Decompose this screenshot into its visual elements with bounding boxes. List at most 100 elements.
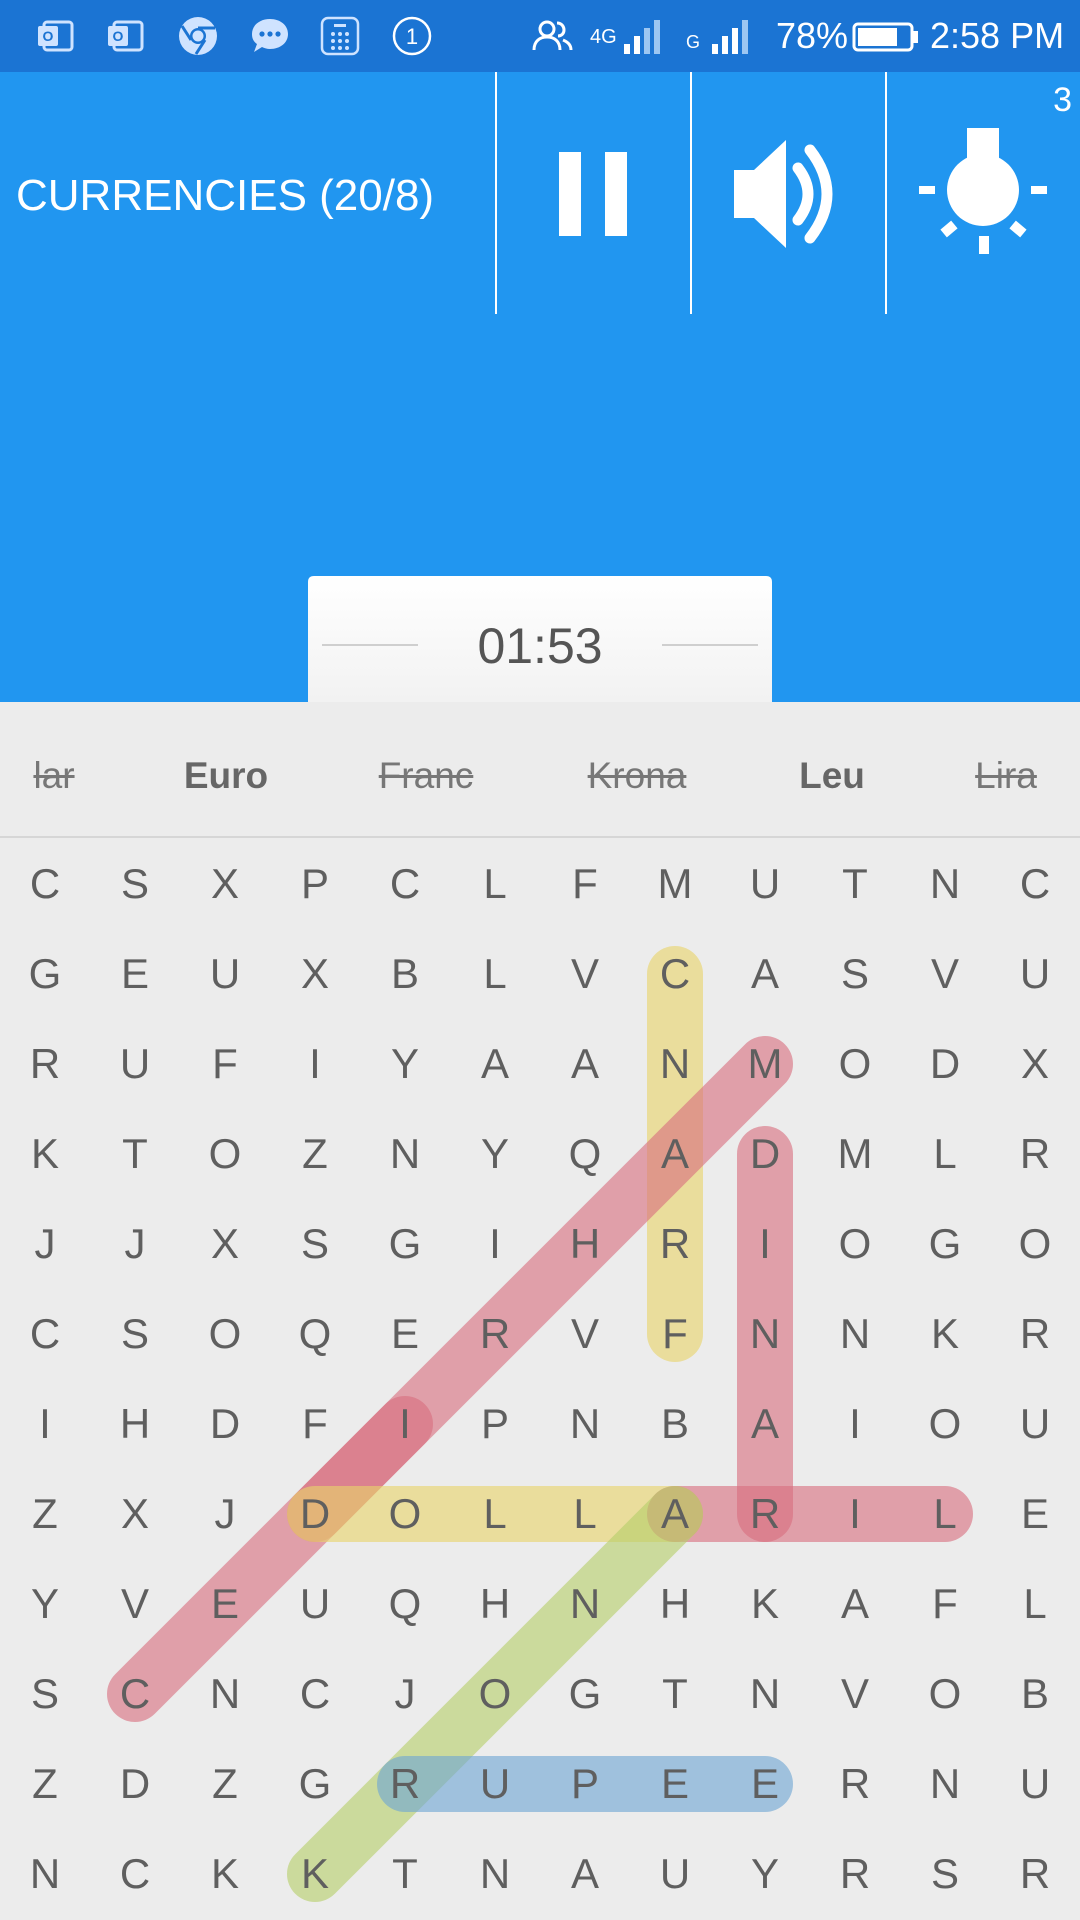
grid-letter[interactable]: L: [450, 839, 540, 929]
letter-grid[interactable]: CSXPCLFMUTNCGEUXBLVCASVURUFIYAANMODXKTOZ…: [0, 838, 1080, 1920]
grid-letter[interactable]: D: [90, 1739, 180, 1829]
grid-letter[interactable]: R: [720, 1469, 810, 1559]
grid-letter[interactable]: Z: [270, 1109, 360, 1199]
grid-letter[interactable]: L: [900, 1109, 990, 1199]
hint-button[interactable]: 3: [887, 72, 1080, 314]
grid-letter[interactable]: D: [180, 1379, 270, 1469]
grid-letter[interactable]: J: [360, 1649, 450, 1739]
grid-letter[interactable]: R: [450, 1289, 540, 1379]
grid-letter[interactable]: A: [540, 1829, 630, 1919]
grid-letter[interactable]: Y: [720, 1829, 810, 1919]
grid-letter[interactable]: F: [270, 1379, 360, 1469]
grid-letter[interactable]: O: [180, 1109, 270, 1199]
grid-letter[interactable]: U: [270, 1559, 360, 1649]
grid-letter[interactable]: M: [720, 1019, 810, 1109]
grid-letter[interactable]: H: [540, 1199, 630, 1289]
grid-letter[interactable]: S: [270, 1199, 360, 1289]
grid-letter[interactable]: L: [540, 1469, 630, 1559]
grid-letter[interactable]: L: [450, 929, 540, 1019]
grid-letter[interactable]: N: [900, 1739, 990, 1829]
grid-letter[interactable]: G: [270, 1739, 360, 1829]
grid-letter[interactable]: K: [180, 1829, 270, 1919]
grid-letter[interactable]: A: [450, 1019, 540, 1109]
grid-letter[interactable]: N: [360, 1109, 450, 1199]
grid-letter[interactable]: N: [180, 1649, 270, 1739]
grid-letter[interactable]: Y: [360, 1019, 450, 1109]
grid-letter[interactable]: Q: [540, 1109, 630, 1199]
grid-letter[interactable]: O: [900, 1649, 990, 1739]
grid-letter[interactable]: V: [540, 929, 630, 1019]
grid-letter[interactable]: G: [360, 1199, 450, 1289]
grid-letter[interactable]: I: [360, 1379, 450, 1469]
grid-letter[interactable]: P: [450, 1379, 540, 1469]
grid-letter[interactable]: D: [900, 1019, 990, 1109]
grid-letter[interactable]: C: [0, 839, 90, 929]
grid-letter[interactable]: C: [90, 1829, 180, 1919]
grid-letter[interactable]: X: [180, 839, 270, 929]
grid-letter[interactable]: P: [270, 839, 360, 929]
grid-letter[interactable]: R: [990, 1109, 1080, 1199]
grid-letter[interactable]: G: [0, 929, 90, 1019]
grid-letter[interactable]: C: [630, 929, 720, 1019]
grid-letter[interactable]: R: [0, 1019, 90, 1109]
grid-letter[interactable]: A: [720, 1379, 810, 1469]
grid-letter[interactable]: E: [90, 929, 180, 1019]
grid-letter[interactable]: H: [630, 1559, 720, 1649]
sound-button[interactable]: [692, 72, 885, 314]
grid-letter[interactable]: R: [990, 1829, 1080, 1919]
grid-letter[interactable]: O: [360, 1469, 450, 1559]
grid-letter[interactable]: K: [900, 1289, 990, 1379]
grid-letter[interactable]: C: [360, 839, 450, 929]
grid-letter[interactable]: I: [270, 1019, 360, 1109]
grid-letter[interactable]: N: [540, 1379, 630, 1469]
grid-letter[interactable]: A: [720, 929, 810, 1019]
grid-letter[interactable]: L: [450, 1469, 540, 1559]
grid-letter[interactable]: N: [0, 1829, 90, 1919]
grid-letter[interactable]: X: [270, 929, 360, 1019]
grid-letter[interactable]: O: [180, 1289, 270, 1379]
grid-letter[interactable]: U: [720, 839, 810, 929]
grid-letter[interactable]: L: [990, 1559, 1080, 1649]
grid-letter[interactable]: O: [900, 1379, 990, 1469]
grid-letter[interactable]: V: [810, 1649, 900, 1739]
grid-letter[interactable]: T: [90, 1109, 180, 1199]
grid-letter[interactable]: X: [90, 1469, 180, 1559]
grid-letter[interactable]: I: [810, 1469, 900, 1559]
grid-letter[interactable]: J: [180, 1469, 270, 1559]
grid-letter[interactable]: N: [720, 1289, 810, 1379]
grid-letter[interactable]: Q: [360, 1559, 450, 1649]
grid-letter[interactable]: R: [630, 1199, 720, 1289]
grid-letter[interactable]: D: [720, 1109, 810, 1199]
grid-letter[interactable]: S: [810, 929, 900, 1019]
grid-letter[interactable]: C: [990, 839, 1080, 929]
grid-letter[interactable]: E: [720, 1739, 810, 1829]
grid-letter[interactable]: U: [450, 1739, 540, 1829]
grid-letter[interactable]: U: [180, 929, 270, 1019]
grid-letter[interactable]: N: [900, 839, 990, 929]
grid-letter[interactable]: T: [630, 1649, 720, 1739]
grid-letter[interactable]: M: [630, 839, 720, 929]
grid-letter[interactable]: U: [990, 1379, 1080, 1469]
grid-letter[interactable]: T: [810, 839, 900, 929]
grid-letter[interactable]: O: [990, 1199, 1080, 1289]
grid-letter[interactable]: F: [540, 839, 630, 929]
grid-letter[interactable]: E: [630, 1739, 720, 1829]
grid-letter[interactable]: N: [540, 1559, 630, 1649]
grid-letter[interactable]: G: [540, 1649, 630, 1739]
grid-letter[interactable]: I: [450, 1199, 540, 1289]
grid-letter[interactable]: X: [990, 1019, 1080, 1109]
grid-letter[interactable]: C: [0, 1289, 90, 1379]
grid-letter[interactable]: A: [810, 1559, 900, 1649]
grid-letter[interactable]: F: [900, 1559, 990, 1649]
grid-letter[interactable]: C: [90, 1649, 180, 1739]
grid-letter[interactable]: Z: [180, 1739, 270, 1829]
grid-letter[interactable]: J: [0, 1199, 90, 1289]
grid-letter[interactable]: R: [810, 1739, 900, 1829]
grid-letter[interactable]: N: [720, 1649, 810, 1739]
grid-letter[interactable]: A: [630, 1469, 720, 1559]
grid-letter[interactable]: U: [990, 929, 1080, 1019]
grid-letter[interactable]: B: [360, 929, 450, 1019]
grid-letter[interactable]: J: [90, 1199, 180, 1289]
grid-letter[interactable]: H: [90, 1379, 180, 1469]
grid-letter[interactable]: S: [90, 1289, 180, 1379]
